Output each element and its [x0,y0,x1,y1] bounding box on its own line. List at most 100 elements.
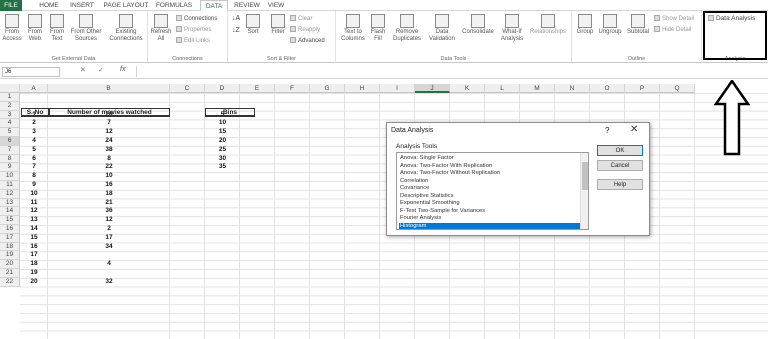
relationships-button[interactable]: Relationships [527,14,569,36]
cell[interactable]: 2 [48,225,170,234]
row-header[interactable]: 20 [0,260,20,269]
cell[interactable]: 9 [20,181,48,190]
cell[interactable]: 34 [48,243,170,252]
cell[interactable]: 30 [205,155,240,164]
text-to-columns-button[interactable]: Text to Columns [338,14,368,42]
advanced-button[interactable]: Advanced [290,37,325,44]
cell[interactable]: 4 [48,260,170,269]
analysis-tool-item[interactable]: Descriptive Statistics [399,193,585,201]
name-box[interactable]: J6 [2,67,60,77]
column-header[interactable]: N [555,84,590,93]
cell[interactable]: 19 [20,269,48,278]
cell[interactable]: 10 [20,190,48,199]
cell[interactable]: 18 [48,190,170,199]
row-header[interactable]: 17 [0,233,20,243]
header-bins[interactable]: Bins [205,108,255,117]
tab-data[interactable]: DATA [200,0,228,11]
cell[interactable]: 38 [48,146,170,155]
scrollbar-thumb[interactable] [582,162,588,190]
formula-input[interactable] [136,66,766,77]
cancel-icon[interactable]: ✕ [80,66,86,74]
connections-button[interactable]: Connections [176,15,217,22]
column-header[interactable]: B [48,84,170,93]
ungroup-button[interactable]: Ungroup [597,14,623,36]
row-header[interactable]: 15 [0,216,20,225]
column-header[interactable]: D [205,84,240,93]
cell[interactable]: 32 [48,278,170,287]
analysis-tool-item[interactable]: F-Test Two-Sample for Variances [399,208,585,216]
cell[interactable]: 25 [205,146,240,155]
column-header[interactable]: O [590,84,625,93]
column-header[interactable]: L [485,84,520,93]
cell[interactable]: 3 [20,128,48,137]
analysis-tool-item[interactable]: Anova: Two-Factor With Replication [399,163,585,171]
column-header[interactable]: P [625,84,660,93]
header-sno[interactable]: S. No [21,108,49,117]
row-header[interactable]: 6 [0,137,20,146]
row-header[interactable]: 1 [0,93,20,102]
cell[interactable]: 24 [48,137,170,146]
column-header[interactable]: G [310,84,345,93]
row-header[interactable]: 19 [0,251,20,261]
sort-button[interactable]: Sort [244,14,262,36]
cell[interactable]: 17 [20,251,48,260]
close-icon[interactable]: ✕ [630,124,638,135]
tab-insert[interactable]: INSERT [68,0,96,11]
remove-duplicates-button[interactable]: Remove Duplicates [389,14,425,42]
show-detail-button[interactable]: Show Detail [654,15,694,22]
cell[interactable]: 10 [205,119,240,128]
column-header[interactable]: F [275,84,310,93]
row-header[interactable]: 8 [0,154,20,164]
cell[interactable]: 20 [205,137,240,146]
select-all-corner[interactable] [0,84,20,93]
tab-home[interactable]: HOME [34,0,64,11]
cell[interactable]: 11 [20,199,48,208]
cell[interactable]: 15 [205,128,240,137]
enter-icon[interactable]: ✓ [98,66,104,74]
cell[interactable]: 2 [20,119,48,128]
help-button[interactable]: Help [597,179,643,190]
row-header[interactable]: 3 [0,110,20,120]
edit-links-button[interactable]: Edit Links [176,37,210,44]
cell[interactable]: 12 [20,207,48,216]
tab-page-layout[interactable]: PAGE LAYOUT [102,0,150,11]
analysis-tool-item[interactable]: Covariance [399,185,585,193]
cell[interactable]: 22 [48,163,170,172]
column-header[interactable]: I [380,84,415,93]
column-header[interactable]: J [415,84,450,93]
subtotal-button[interactable]: Subtotal [624,14,652,36]
cell[interactable]: 17 [48,234,170,243]
analysis-tool-item[interactable]: Anova: Single Factor [399,155,585,163]
column-header[interactable]: Q [660,84,695,93]
sort-az-icon[interactable]: ↓A [232,15,240,22]
existing-connections-button[interactable]: Existing Connections [106,14,146,42]
consolidate-button[interactable]: Consolidate [459,14,497,36]
row-header[interactable]: 13 [0,198,20,208]
column-header[interactable]: E [240,84,275,93]
group-button[interactable]: Group [574,14,596,36]
cancel-button[interactable]: Cancel [597,160,643,171]
clear-button[interactable]: Clear [290,15,312,22]
row-header[interactable]: 14 [0,207,20,217]
tab-formulas[interactable]: FORMULAS [154,0,194,11]
cell[interactable]: 14 [20,225,48,234]
cell[interactable]: 5 [20,146,48,155]
cell[interactable]: 16 [20,243,48,252]
analysis-tool-item[interactable]: Exponential Smoothing [399,200,585,208]
tab-review[interactable]: REVIEW [232,0,262,11]
from-other-sources-button[interactable]: From Other Sources [68,14,104,42]
cell[interactable]: 18 [20,260,48,269]
cell[interactable]: 15 [20,234,48,243]
from-text-button[interactable]: From Text [47,14,67,42]
header-movies[interactable]: Number of movies watched [49,108,170,117]
row-header[interactable]: 12 [0,189,20,199]
refresh-all-button[interactable]: Refresh All [149,14,173,42]
cell[interactable]: 36 [48,207,170,216]
cell[interactable]: 7 [20,163,48,172]
reapply-button[interactable]: Reapply [290,26,320,33]
row-header[interactable]: 18 [0,242,20,252]
cell[interactable]: 20 [20,278,48,287]
cell[interactable]: 21 [48,199,170,208]
column-header[interactable]: C [170,84,205,93]
row-header[interactable]: 16 [0,225,20,234]
